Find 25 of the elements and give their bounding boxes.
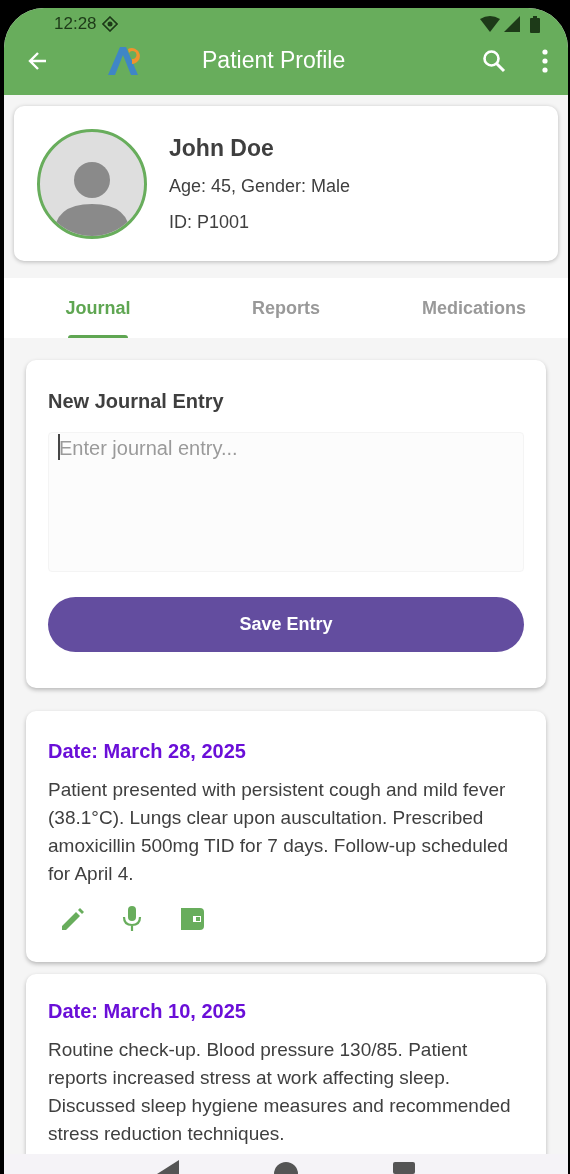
home-nav-icon[interactable]	[274, 1160, 298, 1174]
status-time: 12:28	[54, 13, 97, 36]
patient-id: ID: P1001	[169, 211, 251, 235]
entry-text: Routine check-up. Blood pressure 130/85. Patient reports increased stress at work affecting sleep. Discussed sleep hygiene measures and recommended stress reduction techniques.	[48, 1038, 512, 1146]
recents-nav-icon[interactable]	[393, 1162, 415, 1174]
screen-title: Patient Profile	[202, 46, 346, 76]
card-title: New Journal Entry	[48, 389, 225, 414]
patient-details: Age: 45, Gender: Male	[169, 175, 351, 199]
entry-date: Date: March 10, 2025	[48, 999, 247, 1024]
status-app-icon	[101, 16, 118, 32]
save-entry-button[interactable]: Save Entry	[48, 597, 524, 652]
patient-name: John Doe	[169, 133, 275, 163]
tab[interactable]: Journal	[4, 278, 192, 338]
wallet-button[interactable]	[180, 906, 206, 932]
back-nav-icon[interactable]	[157, 1160, 179, 1174]
more-options-button[interactable]	[540, 46, 550, 75]
signal-icon	[504, 16, 520, 32]
wifi-icon	[480, 16, 500, 32]
battery-icon	[530, 15, 540, 33]
tab[interactable]: Medications	[380, 278, 568, 338]
tab[interactable]: Reports	[192, 278, 380, 338]
entry-date: Date: March 28, 2025	[48, 739, 247, 764]
entry-text: Patient presented with persistent cough and mild fever (38.1°C). Lungs clear upon auscultation. Prescribed amoxicillin 500mg TID for 7 days. Follow-up scheduled for April 4.	[48, 778, 510, 886]
journal-entry-field[interactable]: Enter journal entry...	[48, 432, 524, 572]
edit-button[interactable]	[60, 906, 86, 932]
